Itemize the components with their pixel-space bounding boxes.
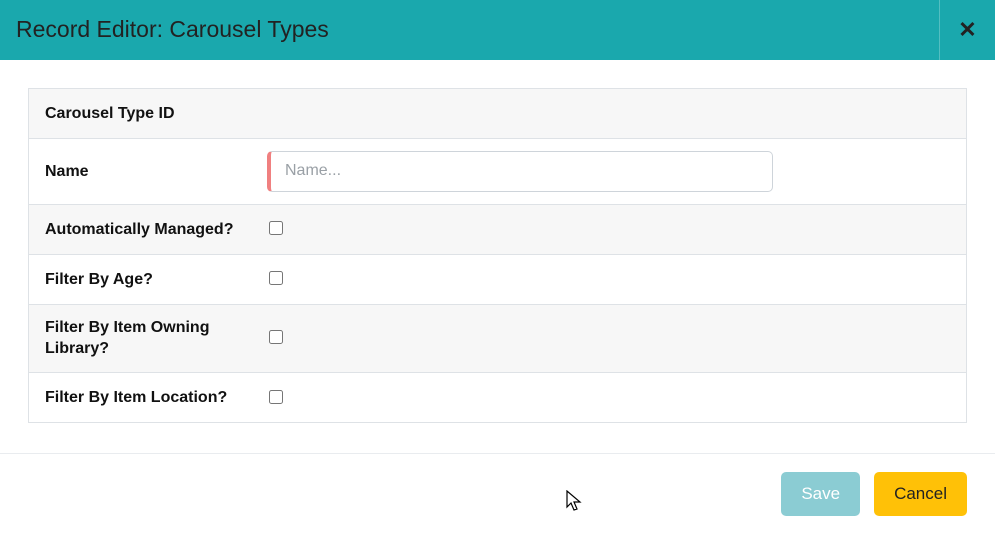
filter-by-item-owning-library-checkbox[interactable] [269,330,283,344]
label-automatically-managed: Automatically Managed? [45,219,267,241]
dialog-body: Carousel Type ID Name Automatically Mana… [0,60,995,423]
close-button[interactable]: ✕ [939,0,995,60]
dialog-header: Record Editor: Carousel Types ✕ [0,0,995,60]
dialog-title: Record Editor: Carousel Types [16,16,329,43]
label-carousel-type-id: Carousel Type ID [45,103,267,125]
form-table: Carousel Type ID Name Automatically Mana… [28,88,967,423]
row-automatically-managed: Automatically Managed? [29,205,966,255]
save-button[interactable]: Save [781,472,860,516]
row-filter-by-age: Filter By Age? [29,255,966,305]
cancel-button[interactable]: Cancel [874,472,967,516]
label-filter-by-item-location: Filter By Item Location? [45,387,267,409]
label-filter-by-age: Filter By Age? [45,269,267,291]
dialog: Record Editor: Carousel Types ✕ Carousel… [0,0,995,534]
row-filter-by-item-owning-library: Filter By Item Owning Library? [29,305,966,373]
close-icon: ✕ [958,17,976,43]
row-filter-by-item-location: Filter By Item Location? [29,373,966,423]
name-input[interactable] [267,151,773,192]
filter-by-item-location-checkbox[interactable] [269,390,283,404]
dialog-footer: Save Cancel [0,453,995,534]
row-name: Name [29,139,966,205]
label-name: Name [45,161,267,183]
automatically-managed-checkbox[interactable] [269,221,283,235]
label-filter-by-item-owning-library: Filter By Item Owning Library? [45,317,267,360]
row-carousel-type-id: Carousel Type ID [29,89,966,139]
filter-by-age-checkbox[interactable] [269,271,283,285]
